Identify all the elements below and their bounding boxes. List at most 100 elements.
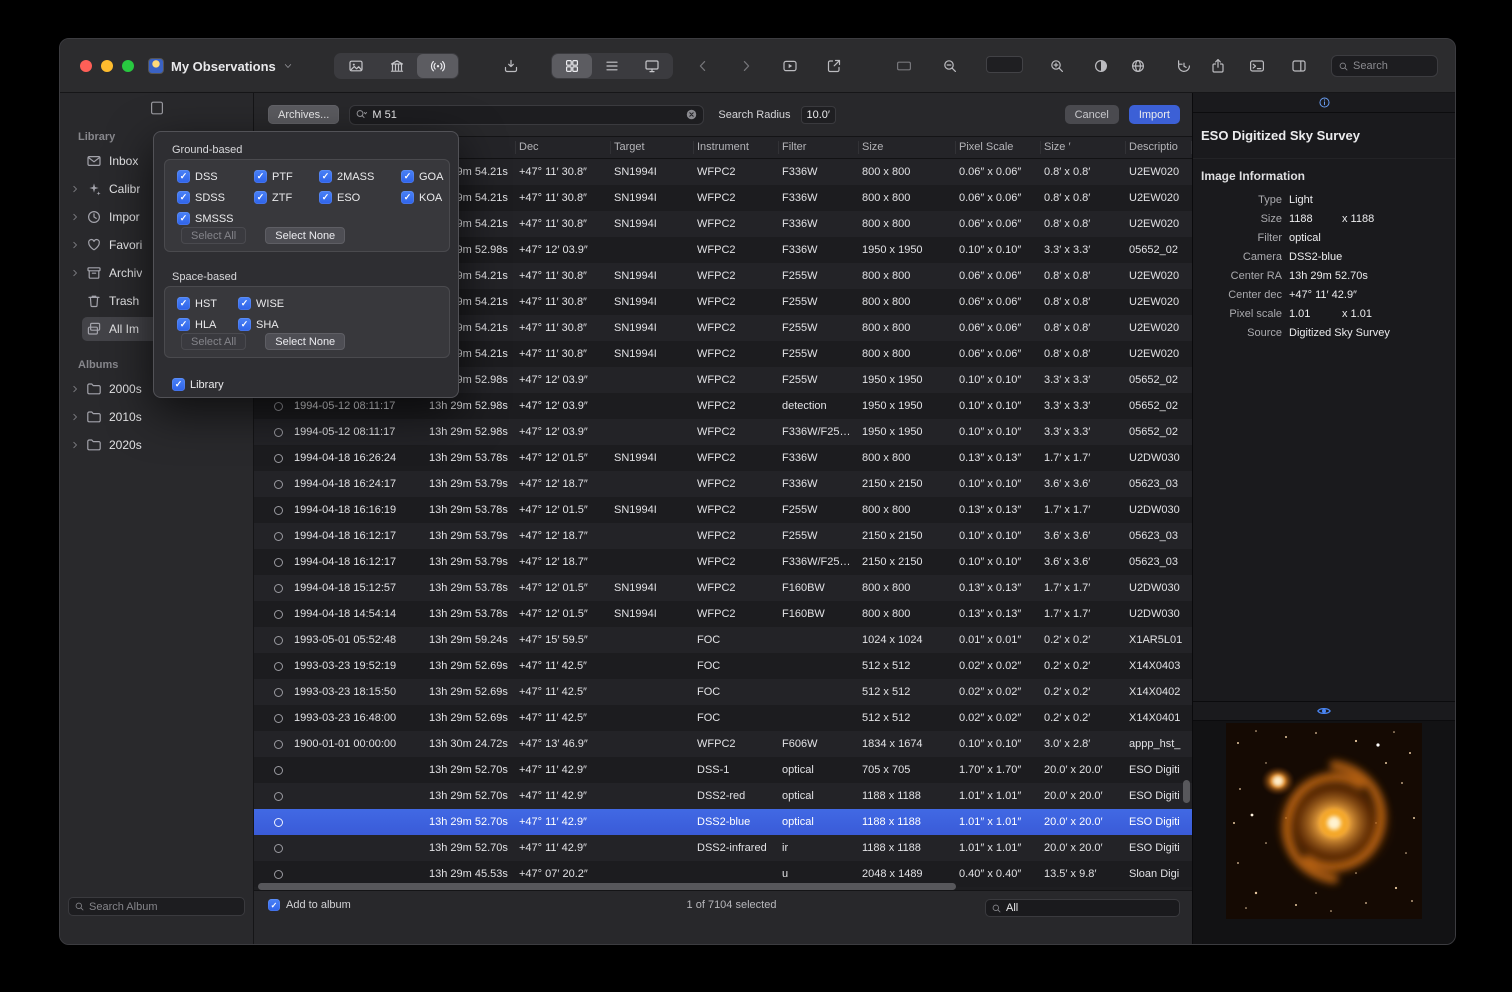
horizontal-scrollbar[interactable] xyxy=(258,883,956,890)
table-row[interactable]: 13h 29m 52.70s+47° 11′ 42.9″DSS2-blueopt… xyxy=(254,809,1192,835)
table-row[interactable]: 13h 29m 52.70s+47° 11′ 42.9″DSS-1optical… xyxy=(254,757,1192,783)
cell-filter: F255W xyxy=(779,322,859,334)
sidebar-item-2010s[interactable]: 2010s xyxy=(60,403,253,431)
console-button[interactable] xyxy=(1244,54,1270,78)
forward-button[interactable] xyxy=(733,54,759,78)
disclosure-chevron-icon[interactable] xyxy=(68,268,82,278)
table-row[interactable]: 1994-04-18 16:12:1713h 29m 53.79s+47° 12… xyxy=(254,523,1192,549)
history-button[interactable] xyxy=(1171,54,1197,78)
column-header-pixel-scale[interactable]: Pixel Scale xyxy=(956,141,1041,154)
toolbar-search-input[interactable]: Search xyxy=(1331,55,1438,77)
column-header-target[interactable]: Target xyxy=(611,141,694,154)
checkbox-koa[interactable]: ✓KOA xyxy=(401,191,442,204)
cell-target: SN1994I xyxy=(611,452,694,464)
disclosure-chevron-icon[interactable] xyxy=(68,384,82,394)
sidebar-item-2020s[interactable]: 2020s xyxy=(60,431,253,459)
import-toolbar-button[interactable] xyxy=(498,54,524,78)
table-row[interactable]: 1993-03-23 18:15:5013h 29m 52.69s+47° 11… xyxy=(254,679,1192,705)
result-filter-input[interactable]: All xyxy=(985,899,1180,917)
checkbox-ptf[interactable]: ✓PTF xyxy=(254,170,293,183)
close-button[interactable] xyxy=(80,60,92,72)
disclosure-chevron-icon[interactable] xyxy=(68,212,82,222)
checkbox-smsss[interactable]: ✓SMSSS xyxy=(177,212,234,225)
vertical-scrollbar[interactable] xyxy=(1183,780,1190,803)
table-row[interactable]: 1993-03-23 16:48:0013h 29m 52.69s+47° 11… xyxy=(254,705,1192,731)
column-header-description[interactable]: Descriptio xyxy=(1126,141,1192,154)
checkbox-goa[interactable]: ✓GOA xyxy=(401,170,443,183)
album-search-input[interactable]: Search Album xyxy=(68,897,245,916)
table-row[interactable]: 1994-04-18 16:16:1913h 29m 53.78s+47° 12… xyxy=(254,497,1192,523)
photos-view-button[interactable] xyxy=(335,54,376,78)
table-row[interactable]: 1994-04-18 15:12:5713h 29m 53.78s+47° 12… xyxy=(254,575,1192,601)
minimize-button[interactable] xyxy=(101,60,113,72)
info-field: Size1188x 1188 xyxy=(1193,210,1455,229)
import-button[interactable]: Import xyxy=(1129,105,1180,124)
export-button[interactable] xyxy=(821,54,847,78)
archives-button[interactable]: Archives... xyxy=(268,105,339,124)
space-select-all-button[interactable]: Select All xyxy=(181,333,246,350)
checkbox-2mass[interactable]: ✓2MASS xyxy=(319,170,374,183)
checkbox-sdss[interactable]: ✓SDSS xyxy=(177,191,225,204)
info-field-value: optical xyxy=(1289,229,1321,248)
table-row[interactable]: 1900-01-01 00:00:0013h 30m 24.72s+47° 13… xyxy=(254,731,1192,757)
checkbox-eso[interactable]: ✓ESO xyxy=(319,191,360,204)
table-row[interactable]: 13h 29m 52.70s+47° 11′ 42.9″DSS2-redopti… xyxy=(254,783,1192,809)
info-icon[interactable] xyxy=(1318,96,1331,109)
zoom-level-field[interactable] xyxy=(986,56,1023,73)
observatory-view-button[interactable] xyxy=(376,54,417,78)
disclosure-chevron-icon[interactable] xyxy=(68,412,82,422)
adjust-contrast-button[interactable] xyxy=(1088,54,1114,78)
table-row[interactable]: 13h 29m 52.70s+47° 11′ 42.9″DSS2-infrare… xyxy=(254,835,1192,861)
column-header-size-arcmin[interactable]: Size ′ xyxy=(1041,141,1126,154)
card-view-button[interactable] xyxy=(891,54,917,78)
column-header-filter[interactable]: Filter xyxy=(779,141,859,154)
list-view-button[interactable] xyxy=(592,54,632,78)
column-header-size[interactable]: Size xyxy=(859,141,956,154)
checkbox-sha[interactable]: ✓SHA xyxy=(238,318,279,331)
cell-filter: u xyxy=(779,868,859,880)
table-row[interactable]: 1994-04-18 14:54:1413h 29m 53.78s+47° 12… xyxy=(254,601,1192,627)
column-header-dec[interactable]: Dec xyxy=(516,141,611,154)
zoom-in-button[interactable] xyxy=(1044,54,1070,78)
checkbox-dss[interactable]: ✓DSS xyxy=(177,170,218,183)
disclosure-chevron-icon[interactable] xyxy=(68,440,82,450)
archive-search-input[interactable]: M 51 xyxy=(349,105,704,125)
search-radius-field[interactable]: 10.0′ xyxy=(801,106,836,124)
live-view-button[interactable] xyxy=(417,54,458,78)
inspector-header xyxy=(1193,93,1455,113)
ground-select-none-button[interactable]: Select None xyxy=(265,227,345,244)
back-button[interactable] xyxy=(690,54,716,78)
table-row[interactable]: 1994-05-12 08:11:1713h 29m 52.98s+47° 12… xyxy=(254,419,1192,445)
disclosure-chevron-icon[interactable] xyxy=(68,240,82,250)
slideshow-button[interactable] xyxy=(777,54,803,78)
column-header-instrument[interactable]: Instrument xyxy=(694,141,779,154)
share-button[interactable] xyxy=(1205,54,1231,78)
checkbox-hla[interactable]: ✓HLA xyxy=(177,318,216,331)
zoom-button[interactable] xyxy=(122,60,134,72)
table-row[interactable]: 1993-05-01 05:52:4813h 29m 59.24s+47° 15… xyxy=(254,627,1192,653)
window-title-group[interactable]: My Observations xyxy=(148,39,293,93)
cell-pixel-scale: 0.06″ x 0.06″ xyxy=(956,270,1041,282)
table-row[interactable]: 1994-04-18 16:24:1713h 29m 53.79s+47° 12… xyxy=(254,471,1192,497)
checkbox-ztf[interactable]: ✓ZTF xyxy=(254,191,292,204)
space-select-none-button[interactable]: Select None xyxy=(265,333,345,350)
table-row[interactable]: 1994-04-18 16:26:2413h 29m 53.78s+47° 12… xyxy=(254,445,1192,471)
sidebar-item-label: 2010s xyxy=(109,410,142,424)
checkbox-wise[interactable]: ✓WISE xyxy=(238,297,284,310)
clear-search-icon[interactable] xyxy=(685,108,698,121)
grid-view-button[interactable] xyxy=(552,54,592,78)
desktop-view-button[interactable] xyxy=(632,54,672,78)
add-to-album-checkbox[interactable]: ✓ xyxy=(268,899,280,911)
zoom-out-button[interactable] xyxy=(937,54,963,78)
table-row[interactable]: 1994-04-18 16:12:1713h 29m 53.79s+47° 12… xyxy=(254,549,1192,575)
eye-icon[interactable] xyxy=(1316,703,1332,719)
plate-solve-button[interactable] xyxy=(1125,54,1151,78)
library-checkbox[interactable]: ✓ Library xyxy=(172,378,224,391)
info-field-label: Center RA xyxy=(1193,267,1289,286)
ground-select-all-button[interactable]: Select All xyxy=(181,227,246,244)
table-row[interactable]: 1993-03-23 19:52:1913h 29m 52.69s+47° 11… xyxy=(254,653,1192,679)
toggle-inspector-button[interactable] xyxy=(1286,54,1312,78)
cancel-button[interactable]: Cancel xyxy=(1065,105,1119,124)
checkbox-hst[interactable]: ✓HST xyxy=(177,297,217,310)
disclosure-chevron-icon[interactable] xyxy=(68,184,82,194)
